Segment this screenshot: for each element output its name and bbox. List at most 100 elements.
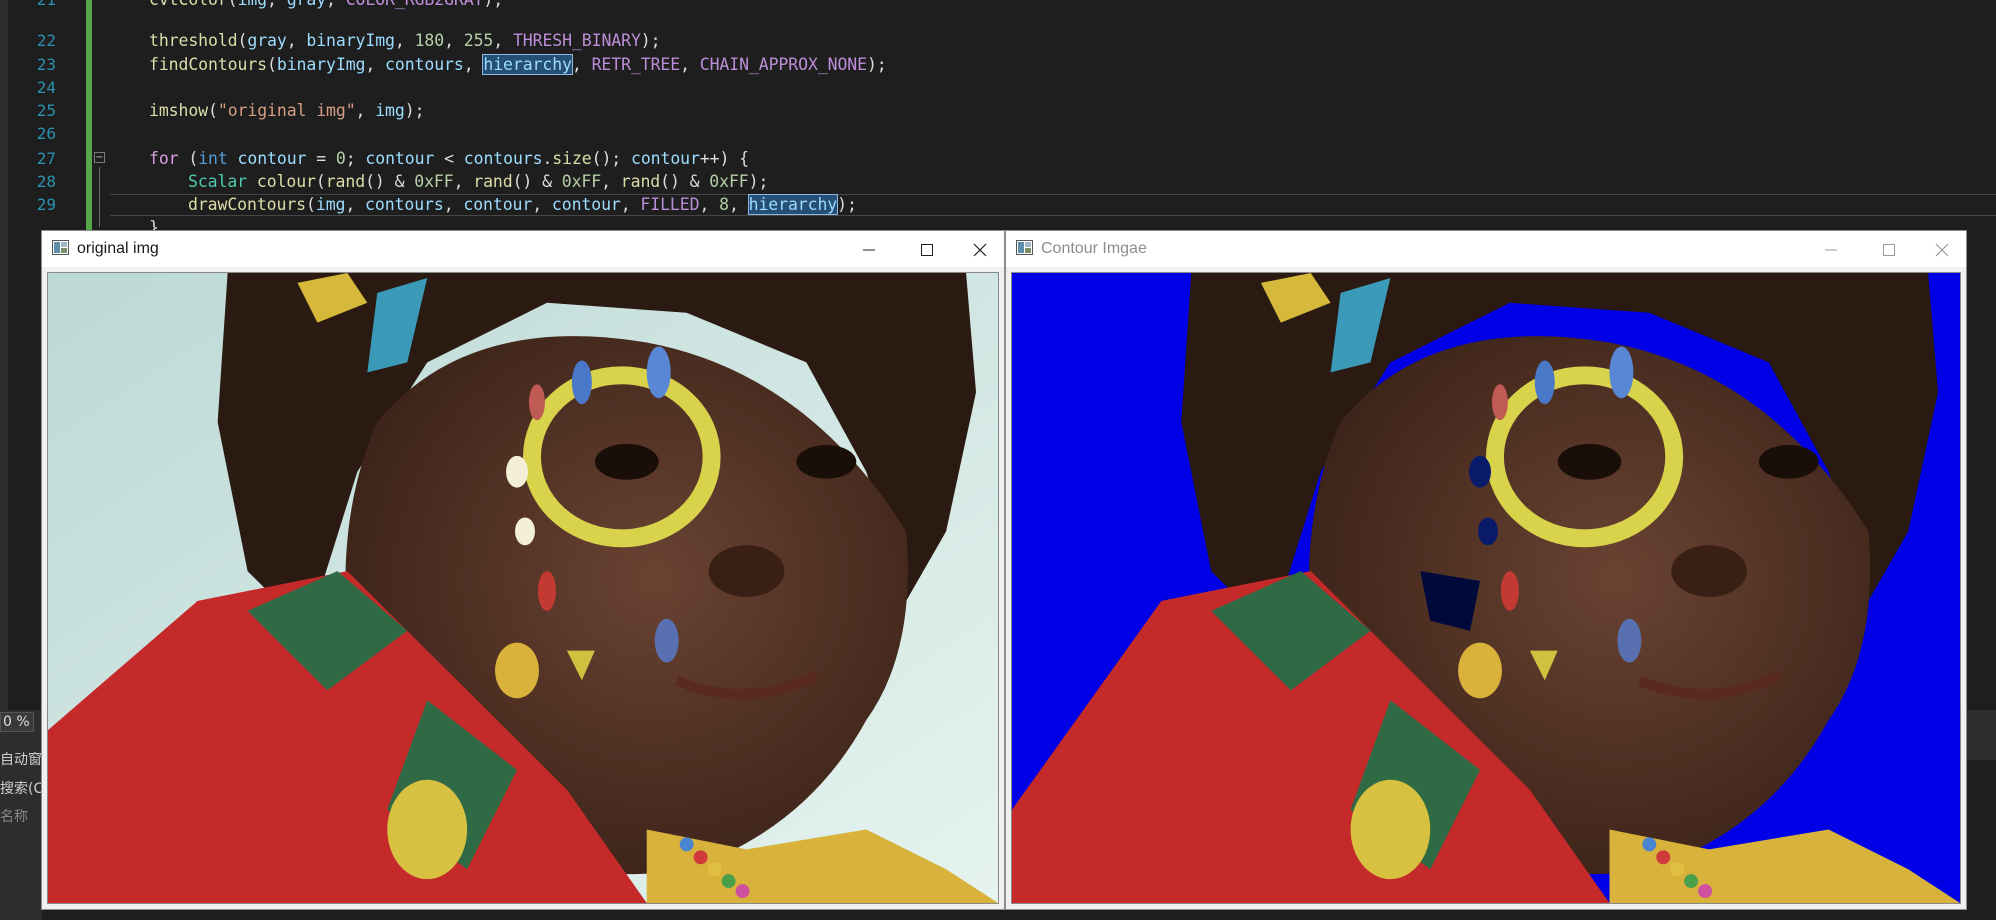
code-token: , [286, 31, 307, 50]
line-number: 29 [36, 195, 56, 214]
line-number: 27 [36, 149, 56, 168]
code-text: drawContours(img, contours, contour, con… [188, 193, 857, 216]
close-icon [1935, 243, 1949, 256]
close-button[interactable] [956, 231, 1004, 267]
code-token: ); [640, 31, 661, 50]
code-token: , [267, 0, 287, 9]
code-line[interactable]: 26 [0, 122, 1996, 145]
code-token: , [443, 195, 464, 214]
line-number: 28 [36, 172, 56, 191]
code-token: img [375, 101, 405, 120]
minimize-button[interactable] [1802, 231, 1860, 267]
code-token: , [394, 31, 415, 50]
line-number: 25 [36, 101, 56, 120]
zoom-level[interactable]: 0 % [0, 712, 34, 732]
window-title: original img [77, 240, 159, 257]
code-token: , [601, 172, 621, 191]
minimize-icon [1825, 249, 1837, 250]
contour-img-window[interactable]: Contour Imgae [1005, 230, 1967, 910]
code-token: rand [473, 172, 513, 191]
code-token: , [532, 195, 552, 214]
maximize-icon [921, 243, 933, 256]
auto-window-tab[interactable]: 自动窗口 [0, 749, 42, 769]
contour-photo [1012, 273, 1960, 903]
maximize-icon [1883, 243, 1895, 256]
collapse-icon[interactable]: − [94, 152, 105, 163]
code-line[interactable]: 22 threshold(gray, binaryImg, 180, 255, T… [0, 29, 1996, 52]
code-line[interactable]: 28 Scalar colour(rand() & 0xFF, rand() & … [0, 170, 1996, 193]
maximize-button[interactable] [898, 231, 956, 267]
code-line[interactable]: 21 cvtColor(img, gray, COLOR_RGB2GRAY); [0, 0, 1996, 11]
code-token: RETR_TREE [591, 55, 681, 74]
code-token: cvtColor [149, 0, 228, 9]
code-token: contour [551, 195, 621, 214]
code-token: ( [208, 101, 218, 120]
code-token: Scalar [188, 172, 248, 191]
search-field[interactable]: 搜索(Ctrl [0, 778, 42, 798]
code-token: ); [837, 195, 857, 214]
code-token: , [345, 195, 366, 214]
code-token: , [699, 195, 720, 214]
code-token: contours [385, 55, 464, 74]
code-token: ++) { [699, 149, 749, 168]
code-token: binaryImg [276, 55, 366, 74]
code-token: contour [463, 195, 533, 214]
code-token: rand [325, 172, 366, 191]
code-token: 8 [719, 195, 729, 214]
code-token: CHAIN_APPROX_NONE [699, 55, 867, 74]
code-token: FILLED [640, 195, 700, 214]
code-token: ); [866, 55, 887, 74]
code-token: ); [483, 0, 503, 9]
code-token: , [680, 55, 700, 74]
code-token: ; [345, 149, 366, 168]
code-token: , [453, 172, 474, 191]
code-line[interactable]: 27 − for (int contour = 0; contour < conto… [0, 147, 1996, 170]
code-token: , [571, 55, 592, 74]
code-token: , [620, 195, 641, 214]
code-token: () & [365, 172, 415, 191]
code-token: THRESH_BINARY [512, 31, 641, 50]
code-line[interactable]: 25 imshow("original img", img); [0, 99, 1996, 122]
highlighted-symbol: hierarchy [482, 54, 573, 75]
screen: 21cvtColor(img, gray, COLOR_RGB2GRAY); 22… [0, 0, 1996, 920]
minimize-button[interactable] [840, 231, 898, 267]
code-token: , [326, 0, 346, 9]
code-token: contours [365, 195, 444, 214]
code-token: ( [237, 31, 248, 50]
code-token: , [493, 31, 513, 50]
code-token: ); [748, 172, 769, 191]
window-title: Contour Imgae [1041, 240, 1147, 257]
code-token: 180 [414, 31, 445, 50]
title-bar[interactable]: Contour Imgae [1006, 231, 1966, 267]
code-token: img [315, 195, 346, 214]
code-token: imshow [149, 101, 209, 120]
code-token: "original img" [217, 101, 356, 120]
title-bar[interactable]: original img [42, 231, 1004, 267]
name-column-header: 名称 [0, 809, 28, 825]
code-token: ( [306, 195, 316, 214]
opencv-window-icon [52, 240, 69, 255]
maximize-button[interactable] [1860, 231, 1918, 267]
close-icon [973, 243, 987, 256]
code-token: (); [591, 149, 631, 168]
code-token: , [728, 195, 749, 214]
code-line[interactable]: 29 drawContours(img, contours, contour, c… [0, 193, 1996, 216]
code-token: 0xFF [709, 172, 749, 191]
close-button[interactable] [1918, 231, 1966, 267]
original-img-window[interactable]: original img [41, 230, 1005, 910]
code-token: contour [237, 149, 307, 168]
opencv-window-icon [1016, 240, 1033, 255]
code-token: < [434, 149, 464, 168]
code-line[interactable]: 23 findContours(binaryImg, contours, hier… [0, 53, 1996, 76]
code-token: binaryImg [306, 31, 395, 50]
code-token: 0xFF [414, 172, 454, 191]
code-token: ); [404, 101, 425, 120]
code-text: imshow("original img", img); [149, 99, 425, 122]
code-token: ( [178, 149, 199, 168]
code-line[interactable]: 24 [0, 76, 1996, 99]
line-number: 26 [36, 124, 56, 143]
contour-image [1011, 272, 1961, 904]
code-text: threshold(gray, binaryImg, 180, 255, THR… [149, 29, 661, 52]
